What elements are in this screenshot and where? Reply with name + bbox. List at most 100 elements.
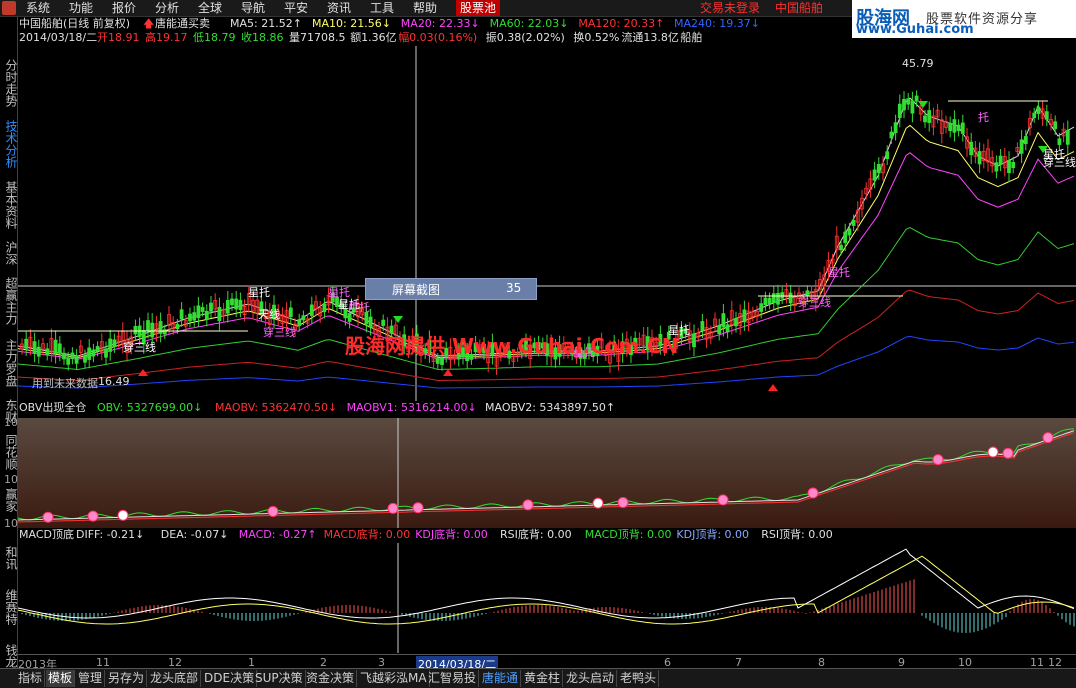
candle-body [767, 297, 772, 305]
chart-annotation-12: 天线 [258, 307, 280, 321]
obv-value-0: OBV: 5327699.00↓ [97, 401, 203, 414]
ma-value-1: MA10: 21.56↓ [312, 17, 391, 30]
screenshot-popup[interactable]: 屏幕截图 35 [365, 278, 537, 300]
candle-body [91, 349, 96, 357]
bottom-tab-6[interactable]: SUP决策 [253, 670, 306, 687]
sidebar-item-main-force[interactable]: 超赢主力 [0, 270, 18, 332]
candle-body [62, 352, 66, 360]
chart-annotation-11: 穿三线 [798, 295, 831, 309]
candle-body [192, 312, 197, 321]
current-stock: 中国船舶 [775, 1, 824, 15]
candle-body [440, 357, 444, 365]
candle-body [839, 244, 843, 251]
candle-body [1032, 112, 1037, 118]
brand-banner: 股海网 股票软件资源分享 www.Guhai.com [852, 0, 1076, 38]
brand-url: www.Guhai.com [856, 22, 974, 37]
menu-function[interactable]: 功能 [69, 0, 93, 16]
macd-line-1 [18, 555, 1075, 625]
chart-annotation-8: 穿三线 [123, 340, 156, 354]
candle-body [234, 298, 239, 310]
chart-annotation-7: 星托 [348, 300, 370, 314]
macd-title: MACD顶底 [19, 528, 74, 541]
candle-body [1057, 138, 1062, 145]
sidebar-item-timeshare[interactable]: 分时走势 [0, 52, 18, 114]
bottom-tab-12[interactable]: 龙头启动 [564, 670, 618, 687]
candle-body [776, 292, 780, 305]
candle-body [53, 339, 58, 355]
bottom-tab-4[interactable]: 龙头底部 [148, 670, 202, 687]
obv-chart[interactable] [18, 418, 1076, 528]
bottom-tab-2[interactable]: 管理 [76, 670, 106, 687]
candle-body [158, 321, 163, 334]
sidebar-item-fundamental[interactable]: 基本资料 [0, 174, 18, 236]
menu-help[interactable]: 帮助 [413, 0, 437, 16]
bottom-tab-11[interactable]: 黄金柱 [522, 670, 564, 687]
menu-quote[interactable]: 报价 [112, 0, 136, 16]
menu-news[interactable]: 资讯 [327, 0, 351, 16]
candle-body [876, 163, 881, 174]
bottom-tab-8[interactable]: 飞越彩泓MA [358, 670, 430, 687]
candle-body [45, 348, 50, 355]
chart-annotation-10: 穿三线 [1043, 155, 1076, 169]
candle-body [1023, 136, 1028, 145]
macd-value-4: KDJ底背: 0.00 [415, 528, 488, 541]
bottom-tab-7[interactable]: 资金决策 [304, 670, 358, 687]
obv-value-1: MAOBV: 5362470.50↓ [215, 401, 338, 414]
obv-signal-icon [267, 505, 279, 517]
sidebar: 分时走势 技术分析 基本资料 沪深 超赢主力 主力罗盘 东财 同花顺 赢家 和讯… [0, 17, 18, 668]
obv-signal-icon [522, 499, 534, 511]
obv-background [18, 418, 1076, 528]
sidebar-item-compass[interactable]: 主力罗盘 [0, 332, 18, 394]
quote-item-4: 量71708.5 [289, 31, 346, 44]
candle-body [717, 325, 722, 334]
bottom-tab-bar: 指标 模板 管理 另存为 龙头底部 DDE决策 SUP决策 资金决策 飞越彩泓MA 汇智易投 唐能通… [0, 668, 1076, 688]
macd-chart[interactable] [18, 543, 1076, 653]
sidebar-item-technical[interactable]: 技术分析 [0, 114, 18, 174]
candle-body [914, 95, 919, 102]
candle-body [956, 124, 961, 132]
app-logo-icon[interactable] [2, 1, 16, 15]
candle-body [435, 358, 440, 364]
candle-body [927, 110, 932, 123]
candle-body [902, 98, 906, 111]
buy-arrow-icon [443, 369, 453, 376]
candle-body [36, 346, 41, 357]
login-status[interactable]: 交易未登录 [700, 0, 760, 16]
indicator-name[interactable]: 唐能通买卖 [155, 17, 210, 31]
obv-value-3: MAOBV2: 5343897.50↑ [485, 401, 616, 414]
bottom-tab-10[interactable]: 唐能通 [480, 670, 522, 687]
bottom-tab-13[interactable]: 老鸭头 [618, 670, 660, 687]
candle-body [1044, 111, 1049, 120]
candle-body [297, 319, 302, 327]
candle-body [763, 297, 768, 305]
candle-body [230, 298, 234, 306]
menu-global[interactable]: 全球 [198, 0, 222, 16]
sidebar-item-tonghuashun[interactable]: 同花顺 [0, 428, 18, 476]
bottom-tab-3[interactable]: 另存为 [106, 670, 148, 687]
bottom-tab-1[interactable]: 模板 [46, 670, 76, 687]
indicator-arrow-icon: 🡅 [143, 17, 155, 30]
menu-pingan[interactable]: 平安 [284, 0, 308, 16]
menu-navigate[interactable]: 导航 [241, 0, 265, 16]
candle-body [301, 315, 306, 321]
candle-body [998, 155, 1003, 165]
menu-analysis[interactable]: 分析 [155, 0, 179, 16]
quote-date: 2014/03/18/二 [19, 31, 98, 44]
macd-value-2: MACD: -0.27↑ [238, 528, 317, 541]
menu-stock-pool[interactable]: 股票池 [456, 0, 501, 16]
macd-value-0: DIFF: -0.21↓ [76, 528, 145, 541]
bottom-tab-9[interactable]: 汇智易投 [426, 670, 480, 687]
obv-signal-icon [87, 510, 99, 522]
candle-body [948, 122, 953, 132]
candle-body [721, 313, 726, 328]
menu-system[interactable]: 系统 [26, 0, 50, 16]
sidebar-item-hushen[interactable]: 沪深 [0, 236, 18, 270]
candle-body [288, 307, 293, 318]
bottom-tab-5[interactable]: DDE决策 [202, 670, 258, 687]
sidebar-item-hexun[interactable]: 和讯 [0, 541, 18, 575]
menu-tools[interactable]: 工具 [370, 0, 394, 16]
bottom-tab-0[interactable]: 指标 [16, 670, 46, 687]
candle-body [175, 323, 180, 330]
obv-signal-icon [592, 497, 604, 509]
sidebar-item-weisaite[interactable]: 维赛特 [0, 577, 18, 637]
